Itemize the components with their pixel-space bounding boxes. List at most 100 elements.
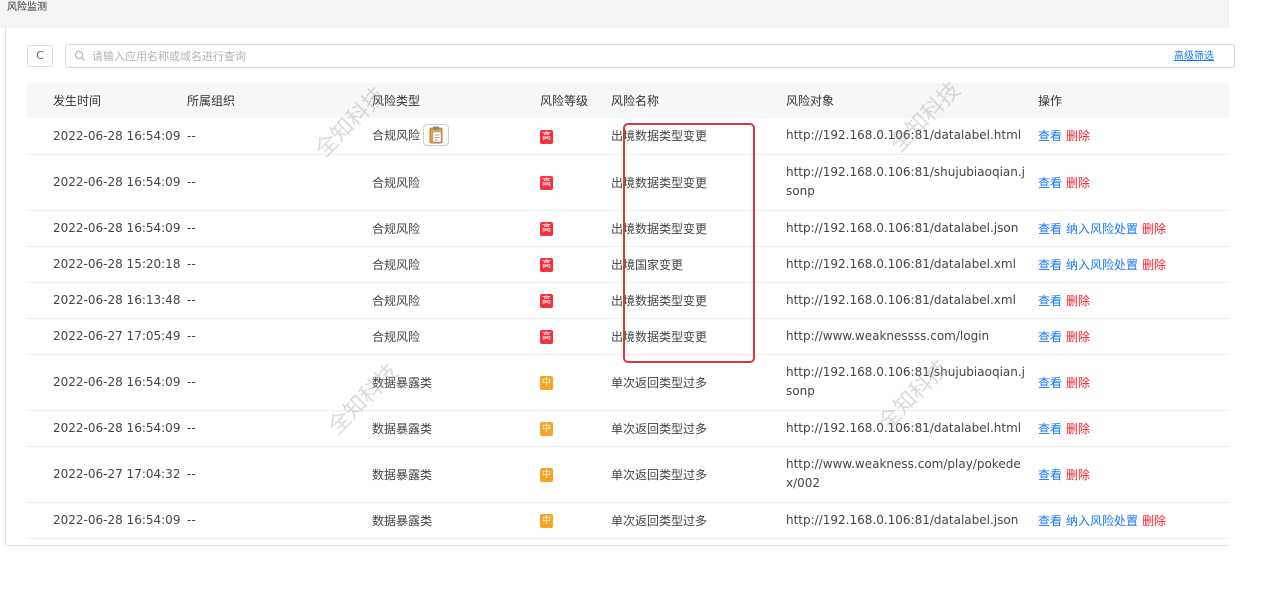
cell-org: -- bbox=[187, 410, 364, 447]
cell-risk-name: 单次返回类型过多 bbox=[611, 502, 786, 539]
cell-risk-type: 合规风险 bbox=[364, 210, 540, 247]
cell-actions: 查看 删除 bbox=[1038, 154, 1229, 211]
cell-risk-name: 出境数据类型变更 bbox=[611, 210, 786, 247]
view-action-link[interactable]: 查看 bbox=[1038, 330, 1062, 344]
view-action-link[interactable]: 查看 bbox=[1038, 468, 1062, 482]
risk-level-badge: 中 bbox=[540, 514, 553, 528]
cell-time: 2022-06-28 15:20:18 bbox=[27, 246, 187, 283]
risk-type-text: 合规风险 bbox=[372, 221, 421, 236]
risk-level-badge: 高 bbox=[540, 222, 553, 236]
column-header-actions: 操作 bbox=[1038, 83, 1229, 118]
page-header-band: 风险监测 bbox=[0, 0, 1229, 28]
risk-level-badge: 高 bbox=[540, 330, 553, 344]
cell-risk-level: 高 bbox=[540, 210, 611, 247]
clipboard-icon[interactable] bbox=[423, 123, 450, 146]
cell-org: -- bbox=[187, 154, 364, 211]
risk-type-text: 合规风险 bbox=[372, 128, 421, 143]
cell-risk-type: 数据暴露类 bbox=[364, 446, 540, 503]
view-action-link[interactable]: 查看 bbox=[1038, 422, 1062, 436]
cell-risk-name: 出境数据类型变更 bbox=[611, 318, 786, 355]
cell-risk-level: 高 bbox=[540, 154, 611, 211]
risk-level-badge: 高 bbox=[540, 258, 553, 272]
cell-actions: 查看 删除 bbox=[1038, 446, 1229, 503]
delete-action-link[interactable]: 删除 bbox=[1066, 176, 1090, 190]
table-row: 2022-06-28 15:20:18 -- 合规风险 高 出境国家变更 http://1… bbox=[27, 246, 1229, 283]
add-to-risk-handling-link[interactable]: 纳入风险处置 bbox=[1066, 514, 1138, 528]
cell-actions: 查看 删除 bbox=[1038, 282, 1229, 319]
delete-action-link[interactable]: 删除 bbox=[1066, 330, 1090, 344]
cell-actions: 查看 纳入风险处置 删除 bbox=[1038, 210, 1229, 247]
risk-table: 发生时间 所属组织 风险类型 风险等级 风险名称 风险对象 操作 2022-06… bbox=[27, 83, 1229, 539]
risk-type-text: 合规风险 bbox=[372, 293, 421, 308]
risk-type-text: 合规风险 bbox=[372, 175, 421, 190]
view-action-link[interactable]: 查看 bbox=[1038, 222, 1062, 236]
cell-time: 2022-06-28 16:54:09 bbox=[27, 118, 187, 155]
delete-action-link[interactable]: 删除 bbox=[1066, 468, 1090, 482]
view-action-link[interactable]: 查看 bbox=[1038, 258, 1062, 272]
delete-action-link[interactable]: 删除 bbox=[1142, 222, 1166, 236]
risk-level-badge: 高 bbox=[540, 129, 553, 144]
cell-time: 2022-06-28 16:54:09 bbox=[27, 502, 187, 539]
risk-level-badge: 高 bbox=[540, 294, 553, 308]
cell-risk-type: 数据暴露类 bbox=[364, 502, 540, 539]
add-to-risk-handling-link[interactable]: 纳入风险处置 bbox=[1066, 222, 1138, 236]
cell-risk-level: 高 bbox=[540, 118, 611, 155]
table-row: 2022-06-27 17:04:32 -- 数据暴露类 中 单次返回类型过多 http:… bbox=[27, 446, 1229, 503]
cell-actions: 查看 纳入风险处置 删除 bbox=[1038, 246, 1229, 283]
cell-risk-name: 出境国家变更 bbox=[611, 246, 786, 283]
risk-level-badge: 中 bbox=[540, 468, 553, 482]
cell-risk-level: 高 bbox=[540, 318, 611, 355]
column-header-risk-name: 风险名称 bbox=[611, 83, 786, 118]
table-row: 2022-06-28 16:54:09 -- 数据暴露类 中 单次返回类型过多 http:… bbox=[27, 410, 1229, 447]
cell-risk-type: 数据暴露类 bbox=[364, 410, 540, 447]
search-box[interactable] bbox=[65, 44, 1235, 68]
view-action-link[interactable]: 查看 bbox=[1038, 129, 1062, 143]
delete-action-link[interactable]: 删除 bbox=[1066, 376, 1090, 390]
cell-risk-level: 中 bbox=[540, 502, 611, 539]
risk-type-text: 合规风险 bbox=[372, 329, 421, 344]
column-header-risk-level: 风险等级 bbox=[540, 83, 611, 118]
advanced-filter-link[interactable]: 高级筛选 bbox=[1174, 51, 1214, 63]
cell-risk-object: http://www.weakness.com/play/pokedex/002 bbox=[786, 446, 1038, 503]
refresh-button[interactable]: C bbox=[27, 45, 53, 67]
cell-time: 2022-06-27 17:04:32 bbox=[27, 446, 187, 503]
cell-risk-object: http://192.168.0.106:81/datalabel.html bbox=[786, 410, 1038, 447]
add-to-risk-handling-link[interactable]: 纳入风险处置 bbox=[1066, 258, 1138, 272]
content-bottom-border bbox=[5, 545, 1229, 546]
search-input[interactable] bbox=[92, 46, 992, 66]
cell-risk-object: http://www.weaknessss.com/login bbox=[786, 318, 1038, 355]
cell-risk-object: http://192.168.0.106:81/datalabel.xml bbox=[786, 282, 1038, 319]
cell-time: 2022-06-28 16:54:09 bbox=[27, 210, 187, 247]
delete-action-link[interactable]: 删除 bbox=[1066, 294, 1090, 308]
table-row: 2022-06-28 16:54:09 -- 合规风险 高 出境数据类型变更 http:/… bbox=[27, 210, 1229, 247]
table-row: 2022-06-28 16:13:48 -- 合规风险 高 出境数据类型变更 http:/… bbox=[27, 282, 1229, 319]
table-row: 2022-06-28 16:54:09 -- 合规风险 高 出境数据类型变更 http:/… bbox=[27, 118, 1229, 155]
cell-risk-object: http://192.168.0.106:81/shujubiaoqian.js… bbox=[786, 154, 1038, 211]
view-action-link[interactable]: 查看 bbox=[1038, 376, 1062, 390]
search-icon bbox=[74, 50, 85, 61]
delete-action-link[interactable]: 删除 bbox=[1066, 129, 1090, 143]
view-action-link[interactable]: 查看 bbox=[1038, 514, 1062, 528]
table-row: 2022-06-28 16:54:09 -- 数据暴露类 中 单次返回类型过多 http:… bbox=[27, 502, 1229, 539]
cell-risk-type: 合规风险 bbox=[364, 118, 540, 155]
cell-risk-level: 中 bbox=[540, 446, 611, 503]
cell-risk-name: 单次返回类型过多 bbox=[611, 446, 786, 503]
column-header-org: 所属组织 bbox=[187, 83, 364, 118]
cell-org: -- bbox=[187, 246, 364, 283]
delete-action-link[interactable]: 删除 bbox=[1142, 514, 1166, 528]
delete-action-link[interactable]: 删除 bbox=[1142, 258, 1166, 272]
cell-org: -- bbox=[187, 354, 364, 411]
cell-org: -- bbox=[187, 210, 364, 247]
page-title: 风险监测 bbox=[7, 2, 47, 13]
delete-action-link[interactable]: 删除 bbox=[1066, 422, 1090, 436]
risk-type-text: 数据暴露类 bbox=[372, 467, 433, 482]
cell-risk-type: 合规风险 bbox=[364, 246, 540, 283]
cell-org: -- bbox=[187, 446, 364, 503]
cell-org: -- bbox=[187, 118, 364, 155]
view-action-link[interactable]: 查看 bbox=[1038, 294, 1062, 308]
view-action-link[interactable]: 查看 bbox=[1038, 176, 1062, 190]
cell-time: 2022-06-28 16:13:48 bbox=[27, 282, 187, 319]
table-header-row: 发生时间 所属组织 风险类型 风险等级 风险名称 风险对象 操作 bbox=[27, 83, 1229, 118]
risk-level-badge: 中 bbox=[540, 376, 553, 390]
cell-risk-object: http://192.168.0.106:81/datalabel.json bbox=[786, 210, 1038, 247]
